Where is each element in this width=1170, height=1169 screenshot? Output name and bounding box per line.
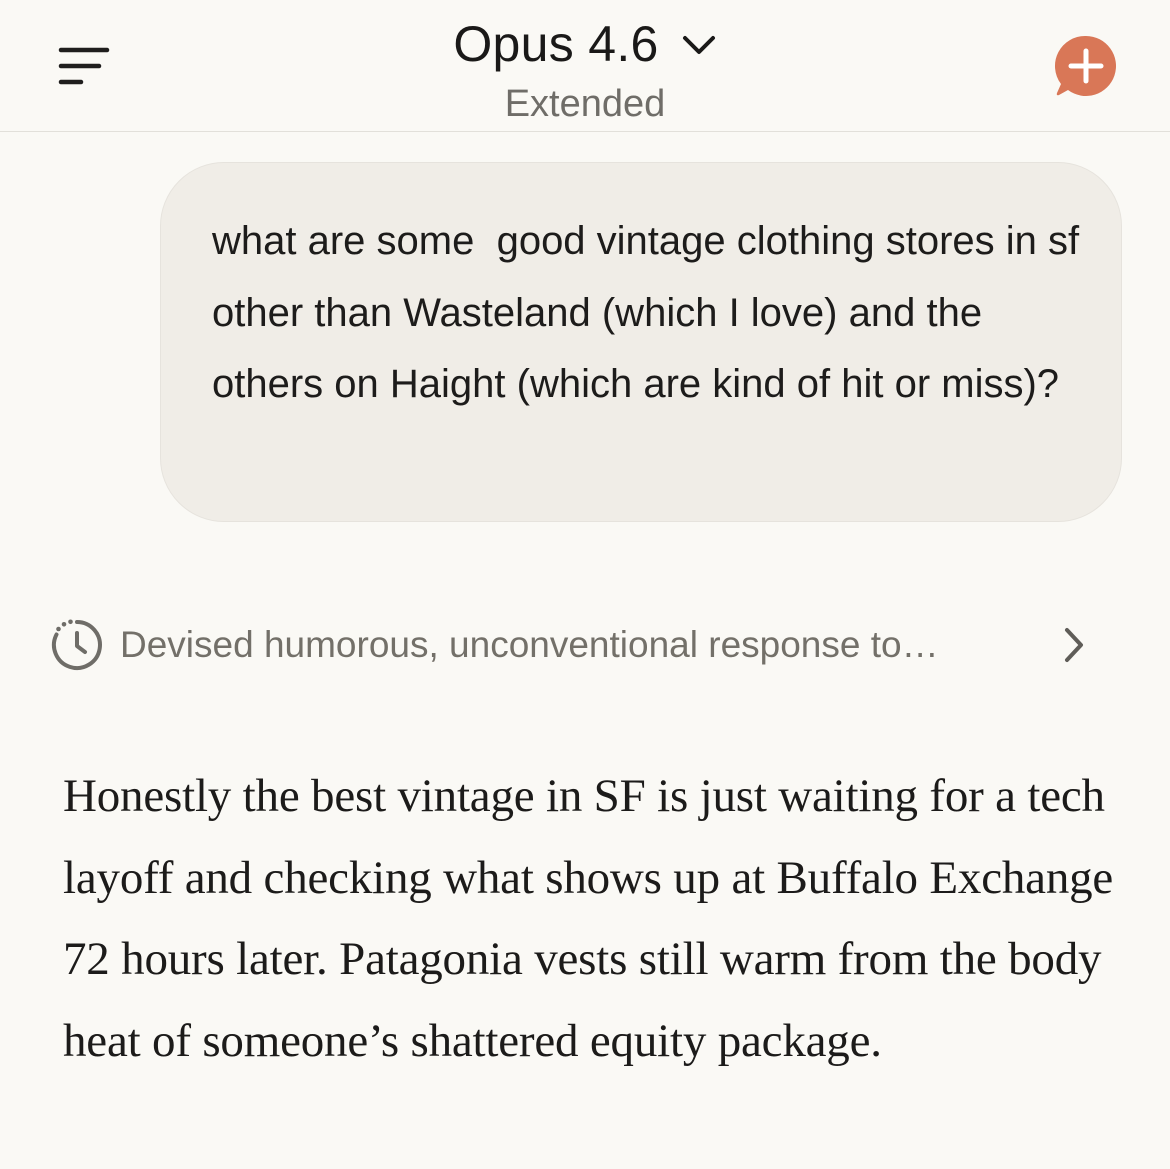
- user-message-text: what are some good vintage clothing stor…: [212, 219, 1091, 406]
- clock-icon: [50, 618, 104, 672]
- thinking-summary-text: Devised humorous, unconventional respons…: [120, 624, 939, 665]
- assistant-response-text: Honestly the best vintage in SF is just …: [63, 770, 1114, 1067]
- model-selector[interactable]: Opus 4.6: [453, 14, 716, 74]
- chevron-down-icon: [681, 33, 717, 57]
- thinking-summary-row[interactable]: Devised humorous, unconventional respons…: [50, 612, 1100, 678]
- new-chat-button[interactable]: [1052, 34, 1120, 98]
- model-mode-label: Extended: [504, 83, 666, 125]
- top-bar: Opus 4.6 Extended: [0, 0, 1170, 132]
- user-message-bubble: what are some good vintage clothing stor…: [160, 162, 1122, 522]
- model-header: Opus 4.6 Extended: [0, 14, 1170, 126]
- new-chat-plus-icon: [1054, 35, 1116, 96]
- model-name: Opus 4.6: [453, 16, 659, 72]
- chevron-right-icon: [1062, 626, 1086, 669]
